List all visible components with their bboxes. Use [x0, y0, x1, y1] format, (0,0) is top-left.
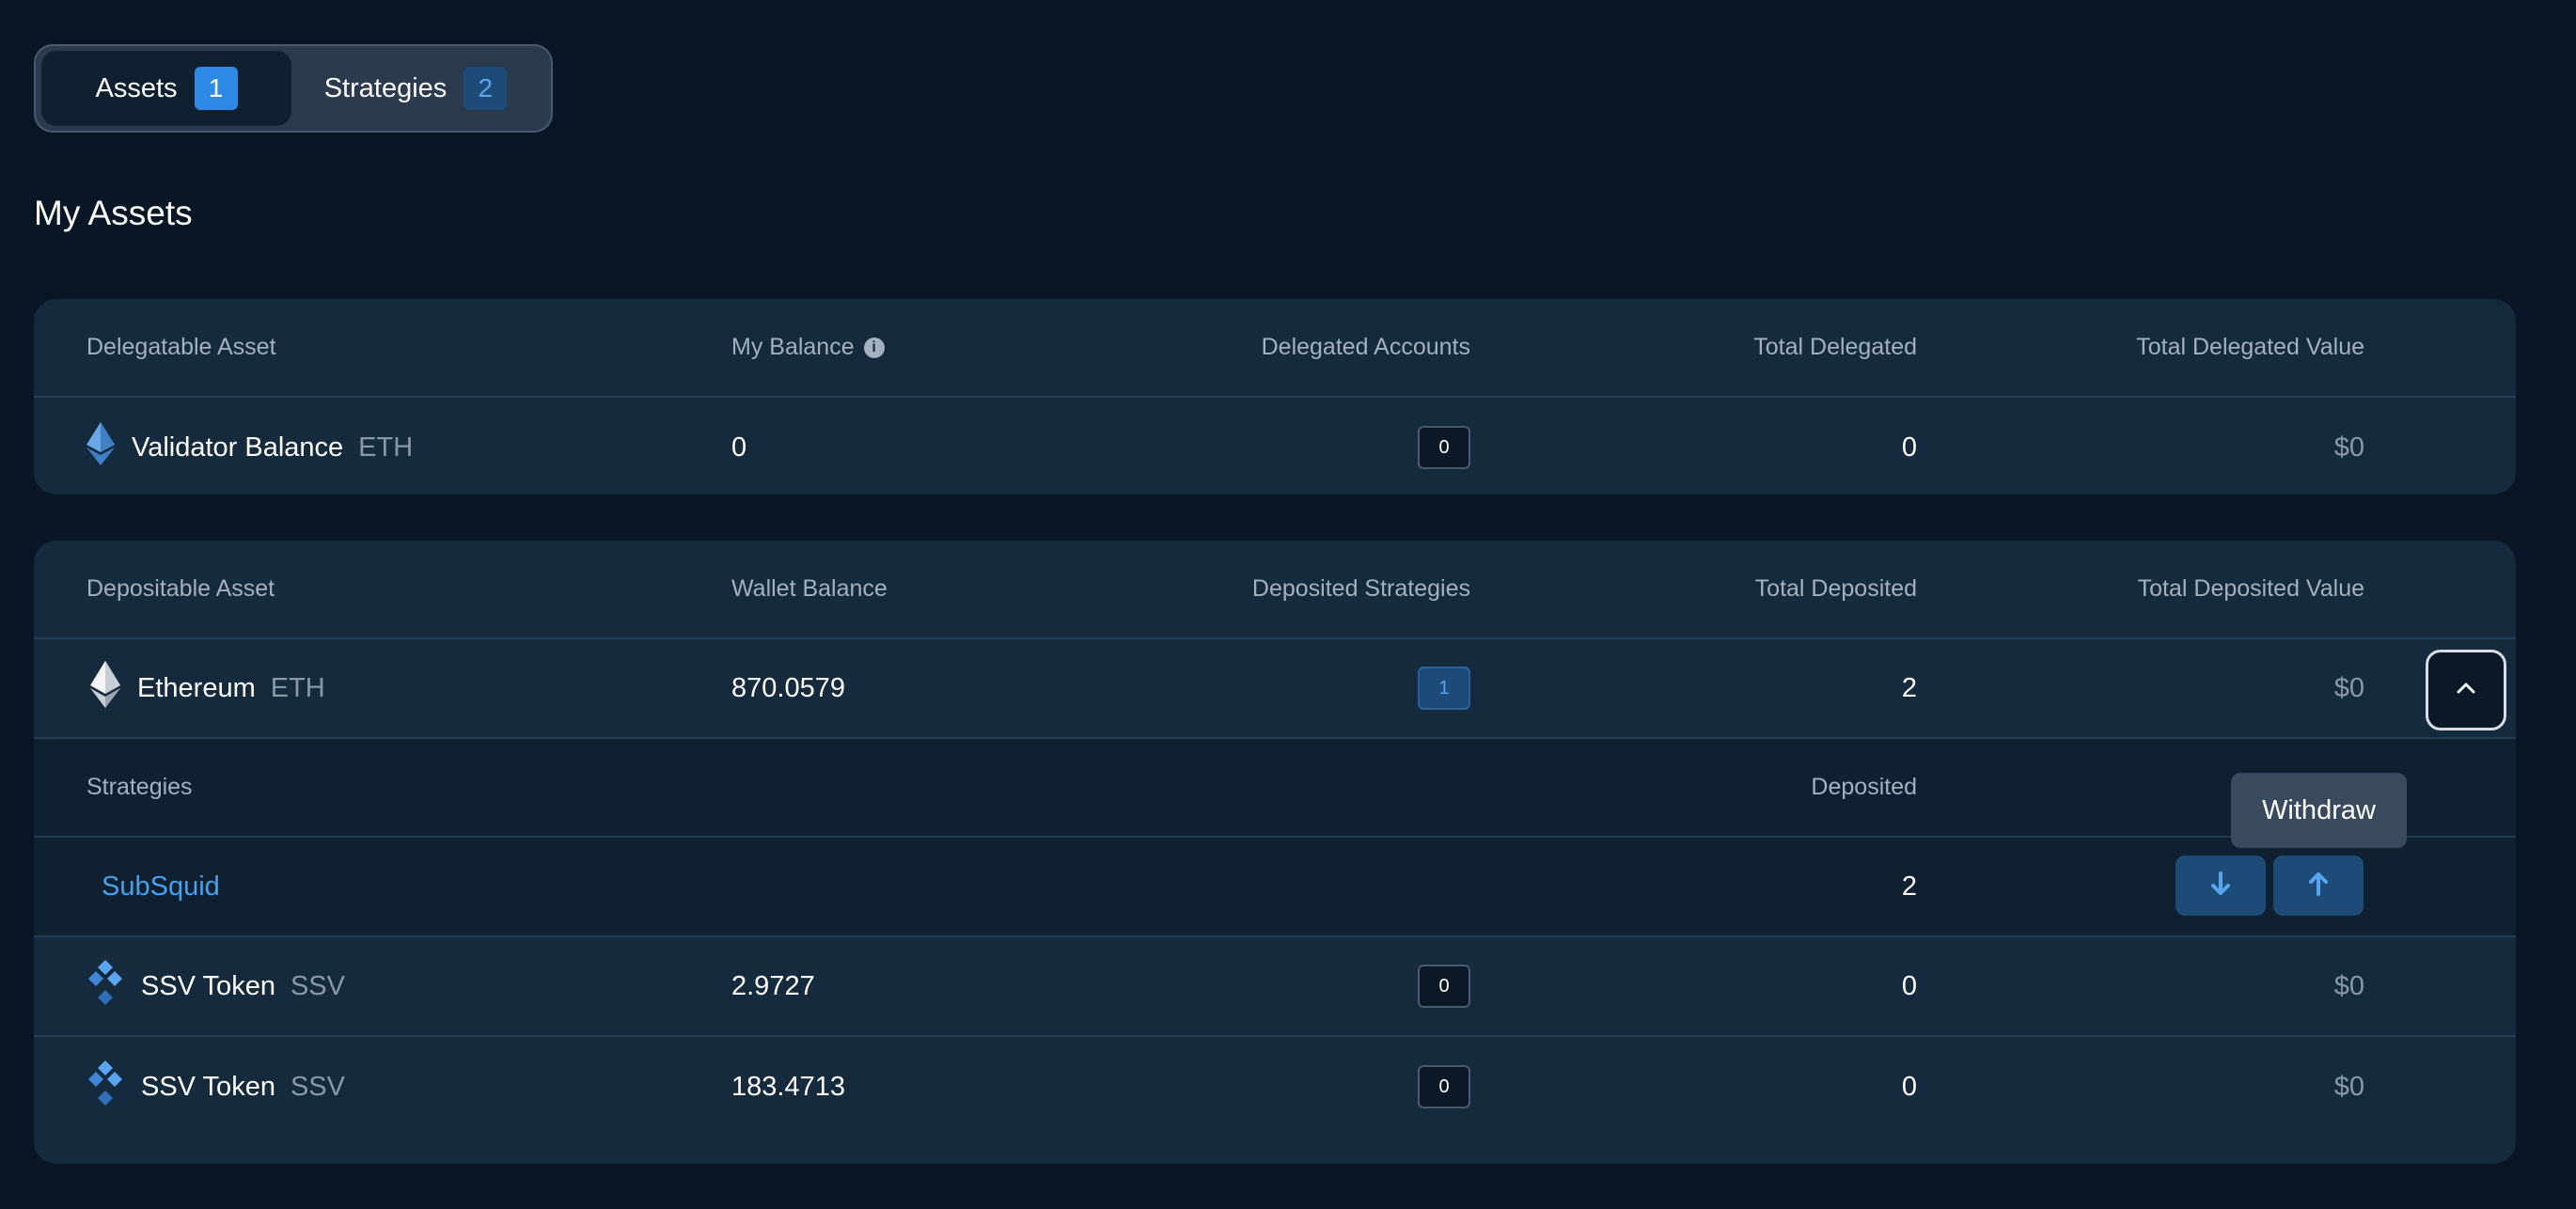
tab-assets-count: 1	[194, 67, 238, 110]
tab-assets[interactable]: Assets 1	[41, 51, 291, 126]
strategies-cell: 0	[1418, 1037, 1470, 1137]
view-tabs: Assets 1 Strategies 2	[34, 44, 553, 133]
tab-strategies-label: Strategies	[323, 72, 448, 103]
asset-symbol: ETH	[270, 672, 325, 703]
table-row[interactable]: Validator Balance ETH 0 0 0 $0	[34, 398, 2516, 495]
header-wallet-balance: Wallet Balance	[731, 575, 887, 602]
delegated-accounts-count[interactable]: 0	[1418, 426, 1470, 469]
balance-value: 2.9727	[731, 970, 815, 1001]
asset-name: Validator Balance	[132, 432, 344, 463]
deposited-strategies-count[interactable]: 1	[1418, 667, 1470, 710]
header-delegatable-asset: Delegatable Asset	[86, 334, 276, 360]
collapse-button[interactable]	[2426, 650, 2506, 730]
delegatable-assets-table: Delegatable Asset My Balance i Delegated…	[34, 299, 2516, 495]
table-row[interactable]: SSV Token SSV 183.4713 0 0 $0	[34, 1037, 2516, 1137]
asset-cell: SSV Token SSV	[86, 1037, 345, 1137]
header-strategies: Strategies	[86, 774, 193, 800]
arrow-down-icon	[2209, 871, 2232, 902]
table-header: Depositable Asset Wallet Balance Deposit…	[34, 541, 2516, 639]
tab-strategies-count: 2	[463, 67, 508, 110]
page-title: My Assets	[34, 194, 193, 232]
total-deposited-value: 2	[1901, 672, 1917, 703]
header-depositable-asset: Depositable Asset	[86, 575, 275, 602]
strategy-row[interactable]: SubSquid 2	[34, 838, 2516, 937]
total-deposited-usd: $0	[2333, 672, 2364, 703]
table-row[interactable]: Ethereum ETH 870.0579 1 2 $0	[34, 639, 2516, 739]
accounts-cell: 0	[1418, 398, 1470, 495]
withdraw-button[interactable]	[2273, 856, 2364, 916]
asset-name: SSV Token	[141, 970, 275, 1001]
header-total-deposited-value: Total Deposited Value	[2137, 575, 2364, 602]
info-icon[interactable]: i	[863, 337, 885, 358]
header-total-deposited: Total Deposited	[1754, 575, 1917, 602]
ssv-token-icon	[86, 1060, 124, 1113]
asset-symbol: SSV	[290, 1071, 345, 1102]
table-row[interactable]: SSV Token SSV 2.9727 0 0 $0	[34, 937, 2516, 1037]
depositable-assets-table: Depositable Asset Wallet Balance Deposit…	[34, 541, 2516, 1164]
strategies-cell: 0	[1418, 937, 1470, 1035]
asset-name: SSV Token	[141, 1071, 275, 1102]
strategy-link[interactable]: SubSquid	[102, 838, 220, 935]
total-deposited-value: 0	[1901, 970, 1917, 1001]
header-my-balance: My Balance i	[731, 299, 885, 396]
asset-cell: Ethereum ETH	[86, 639, 325, 737]
header-total-delegated: Total Delegated	[1753, 334, 1917, 360]
asset-symbol: ETH	[358, 432, 414, 463]
strategies-subtable-header: Strategies Deposited	[34, 739, 2516, 838]
ethereum-icon	[90, 661, 120, 715]
header-delegated-accounts: Delegated Accounts	[1261, 334, 1470, 360]
balance-value: 870.0579	[731, 672, 845, 703]
arrow-up-icon	[2307, 871, 2330, 902]
balance-value: 0	[731, 432, 747, 463]
balance-value: 183.4713	[731, 1071, 845, 1102]
withdraw-tooltip: Withdraw	[2231, 773, 2407, 848]
total-delegated-usd: $0	[2333, 432, 2364, 463]
total-delegated-value: 0	[1901, 432, 1917, 463]
asset-cell: Validator Balance ETH	[86, 398, 413, 495]
header-total-delegated-value: Total Delegated Value	[2136, 334, 2364, 360]
total-deposited-usd: $0	[2333, 970, 2364, 1001]
total-deposited-value: 0	[1901, 1071, 1917, 1102]
strategy-deposited: 2	[1901, 871, 1917, 902]
tab-assets-label: Assets	[95, 72, 178, 103]
ethereum-icon	[86, 422, 115, 473]
asset-name: Ethereum	[137, 672, 256, 703]
strategies-cell: 1	[1418, 639, 1470, 737]
total-deposited-usd: $0	[2333, 1071, 2364, 1102]
table-header: Delegatable Asset My Balance i Delegated…	[34, 299, 2516, 398]
ssv-token-icon	[86, 960, 124, 1013]
header-deposited: Deposited	[1811, 774, 1917, 800]
deposit-button[interactable]	[2175, 856, 2266, 916]
deposited-strategies-count[interactable]: 0	[1418, 965, 1470, 1008]
asset-symbol: SSV	[290, 970, 345, 1001]
asset-cell: SSV Token SSV	[86, 937, 345, 1035]
header-my-balance-label: My Balance	[731, 334, 855, 360]
tab-strategies[interactable]: Strategies 2	[291, 51, 540, 126]
deposited-strategies-count[interactable]: 0	[1418, 1065, 1470, 1108]
chevron-up-icon	[2456, 682, 2476, 699]
header-deposited-strategies: Deposited Strategies	[1251, 575, 1470, 602]
